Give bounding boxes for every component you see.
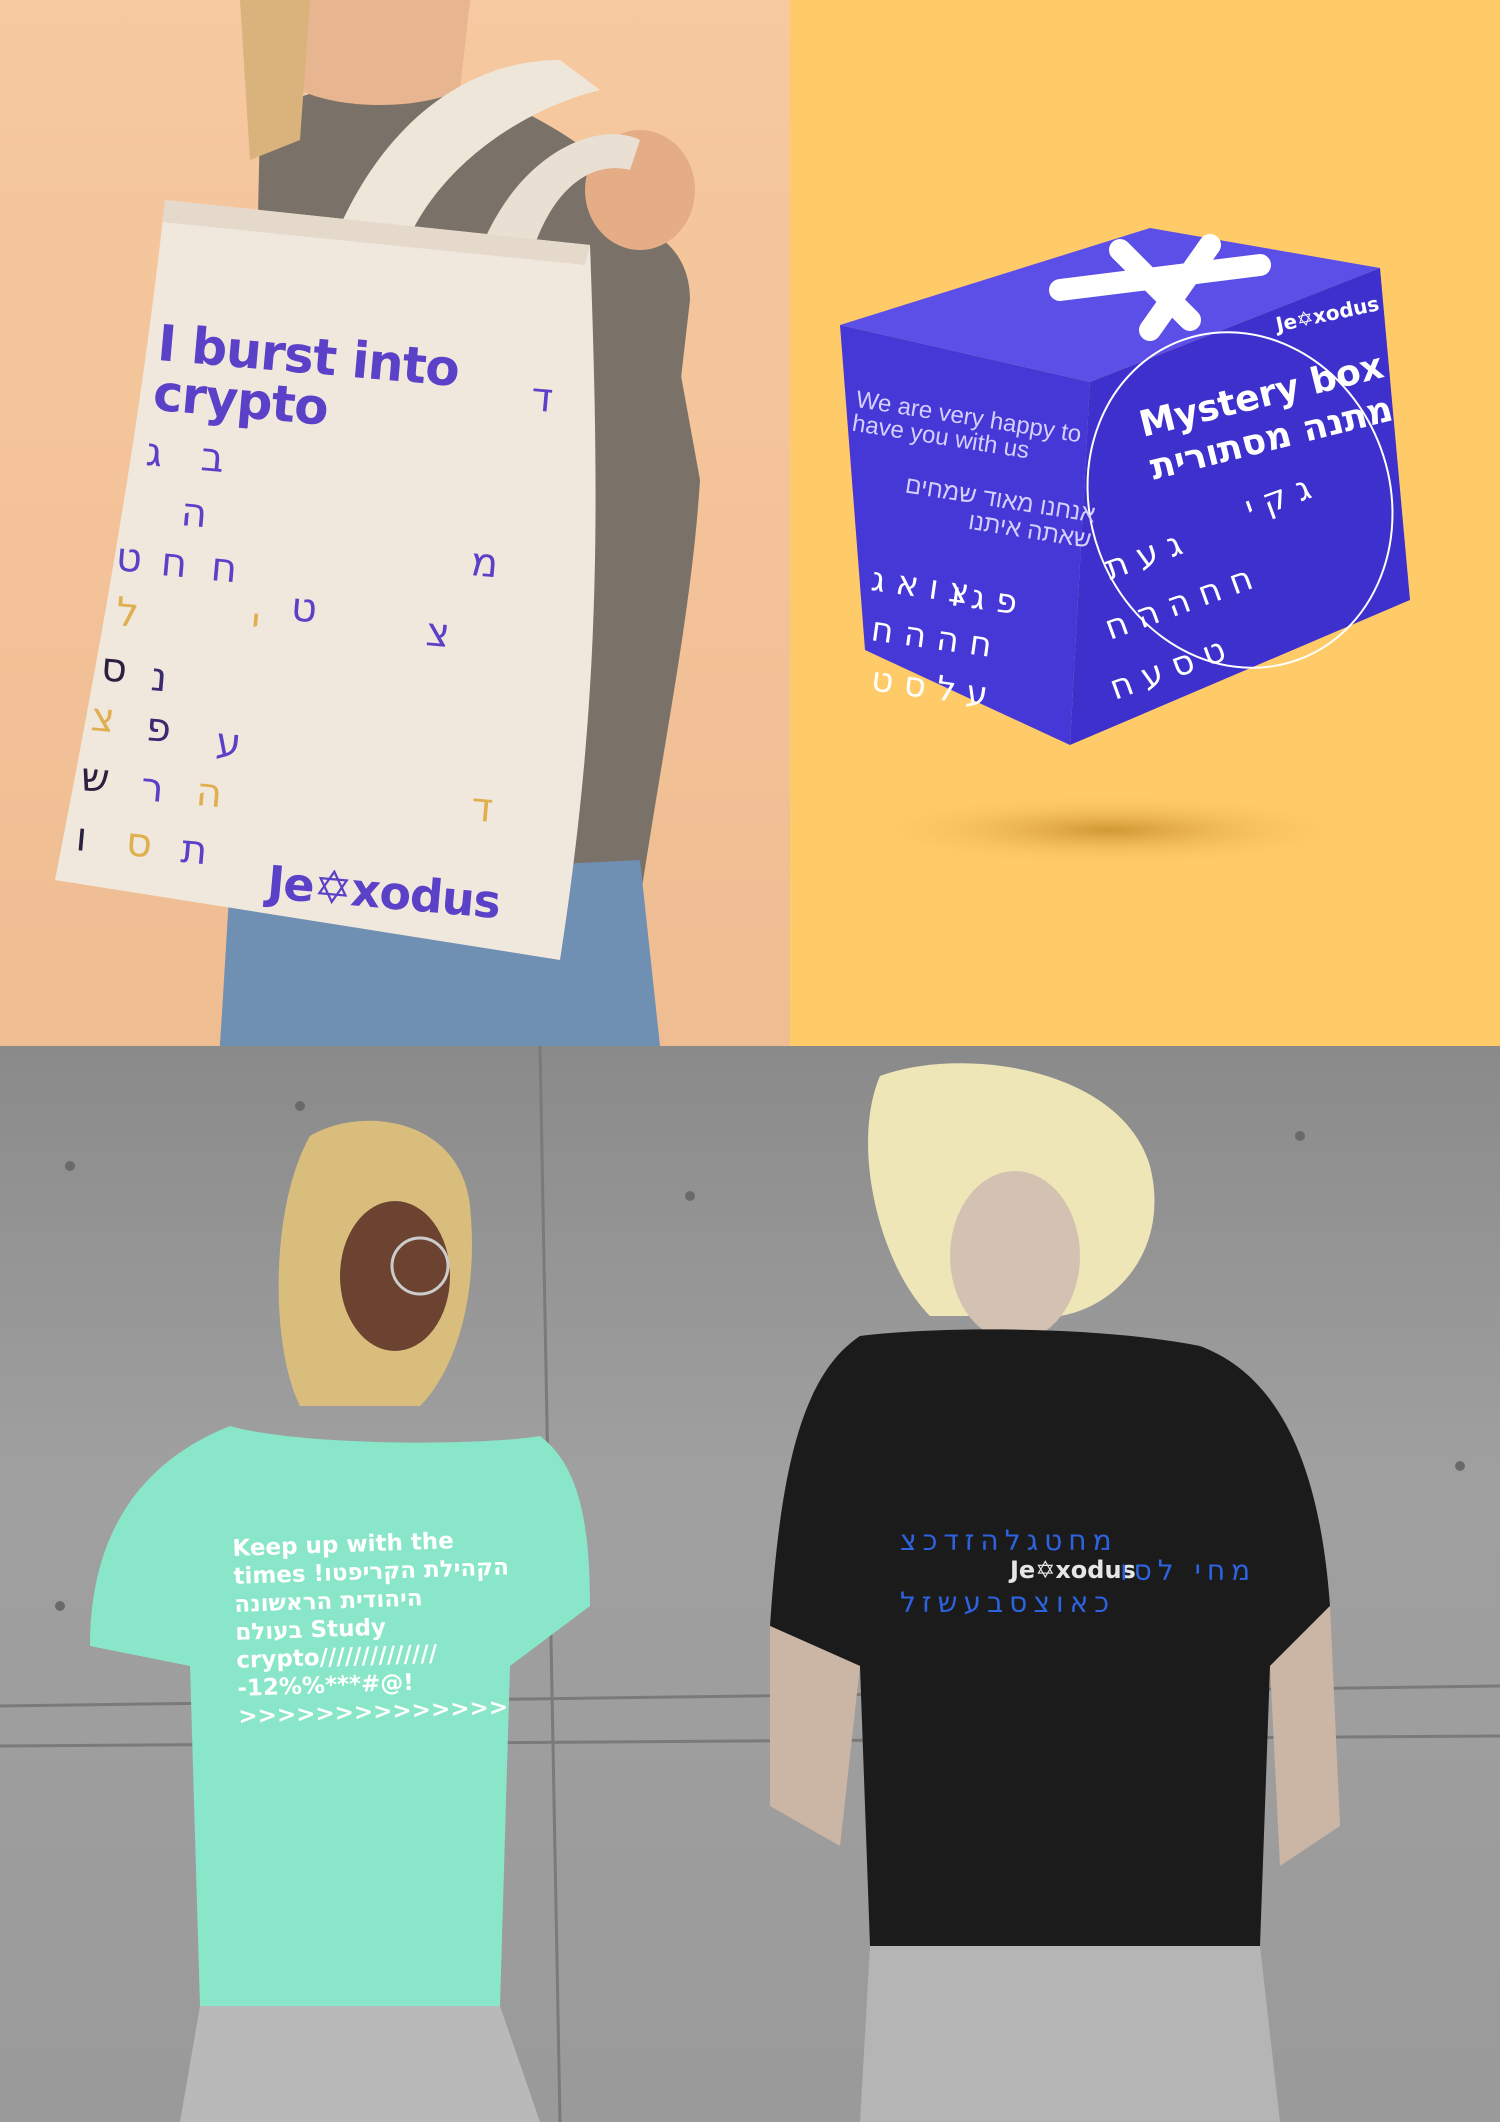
black-shirt-hebrew-row-3: כאוצסבעשזל xyxy=(900,1586,1116,1619)
svg-text:ב: ב xyxy=(199,434,226,482)
svg-text:פ: פ xyxy=(144,704,173,752)
svg-text:מ: מ xyxy=(469,539,500,587)
mystery-box-photo: צ ו א ג פ ג ו ח ה ה ח ע ל ס ט ג ע ת ח ח … xyxy=(790,0,1500,1046)
svg-text:ל: ל xyxy=(114,589,141,637)
svg-text:ד: ד xyxy=(529,374,555,422)
svg-text:ר: ר xyxy=(139,764,166,812)
svg-text:ח: ח xyxy=(209,544,239,592)
person-hair xyxy=(240,0,310,160)
svg-text:ע: ע xyxy=(214,719,243,767)
woman-jeans xyxy=(180,2006,540,2122)
black-shirt-hebrew-row-2: מחי לסו xyxy=(1120,1554,1257,1587)
black-shirt-hebrew-row-1: מחטגלהזדכצ xyxy=(900,1524,1118,1557)
person-neck xyxy=(300,0,470,105)
svg-text:ה: ה xyxy=(194,769,224,817)
box-shadow xyxy=(850,792,1370,868)
svg-text:ש: ש xyxy=(79,754,111,802)
svg-text:ד: ד xyxy=(469,784,495,832)
svg-text:ס: ס xyxy=(99,644,129,692)
svg-text:צ: צ xyxy=(89,694,117,742)
svg-text:ט: ט xyxy=(289,584,319,632)
svg-text:ט: ט xyxy=(114,534,144,582)
svg-text:ת: ת xyxy=(179,826,209,874)
tote-bag-photo: ג ב ה ט ח ח ל ט י צ ס נ צ פ ע ש ר ה ד ו … xyxy=(0,0,790,1046)
svg-text:ס: ס xyxy=(124,819,154,867)
man-face xyxy=(950,1171,1080,1341)
svg-text:צ: צ xyxy=(424,609,452,657)
black-tshirt xyxy=(770,1329,1330,1946)
black-shirt-brand-logo: Je✡xodus xyxy=(1010,1556,1136,1584)
man-jeans xyxy=(860,1946,1280,2122)
wall-scene xyxy=(0,1046,1500,2122)
svg-text:ח: ח xyxy=(159,539,189,587)
svg-text:ה: ה xyxy=(179,489,209,537)
teal-shirt-print: Keep up with the times !הקהילת הקריפטו ה… xyxy=(232,1528,510,1730)
tshirts-photo: Keep up with the times !הקהילת הקריפטו ה… xyxy=(0,1046,1500,2122)
